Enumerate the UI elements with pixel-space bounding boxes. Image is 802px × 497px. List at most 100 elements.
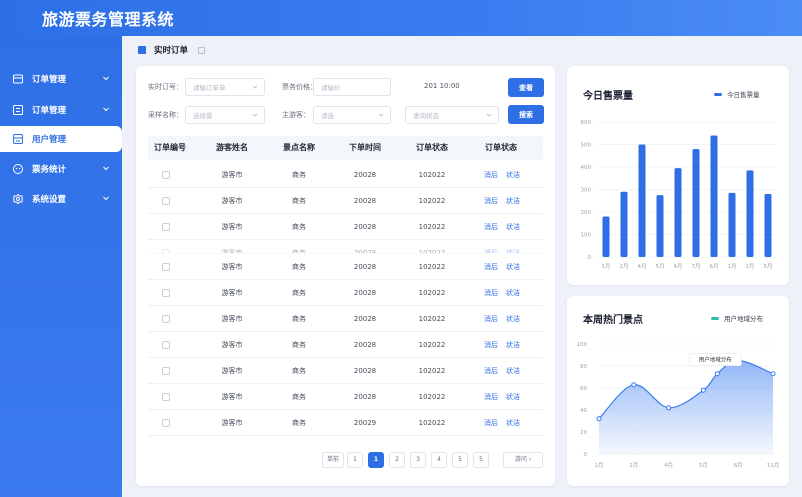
table-row[interactable]: 游客市 商务 20028 102022 消后 状洁 bbox=[148, 280, 543, 306]
next-page-button[interactable]: 游问 › bbox=[503, 452, 543, 468]
bar[interactable] bbox=[746, 170, 754, 257]
row-action-link[interactable]: 消后 bbox=[484, 332, 498, 358]
data-point[interactable] bbox=[714, 371, 720, 377]
sidebar-item[interactable]: 系统设置 bbox=[0, 186, 122, 212]
row-action-link[interactable]: 状洁 bbox=[506, 410, 520, 436]
sidebar-item[interactable]: 订单管理 bbox=[0, 97, 122, 123]
table-row[interactable]: 游客市 商务 20028 102022 消后 状洁 bbox=[148, 332, 543, 358]
query-button[interactable]: 查看 bbox=[508, 78, 544, 97]
row-action-link[interactable]: 消后 bbox=[484, 280, 498, 306]
bar[interactable] bbox=[710, 135, 718, 258]
table-row[interactable]: 游客市 商务 20028 102022 消后 状洁 bbox=[148, 162, 543, 188]
scenic-cell: 商务 bbox=[292, 249, 306, 254]
row-action-link[interactable]: 状洁 bbox=[506, 358, 520, 384]
status-cell: 102022 bbox=[418, 367, 446, 375]
x-tick-label: 5月 bbox=[764, 263, 773, 270]
column-header[interactable]: 游客姓名 bbox=[216, 136, 248, 160]
bar[interactable] bbox=[656, 195, 664, 257]
table-row[interactable]: 游客市 商务 20028 102022 消后 状洁 bbox=[148, 306, 543, 332]
column-header[interactable]: 订单编号 bbox=[154, 136, 186, 160]
table-row[interactable]: 游客市 商务 20028 102022 消后 状洁 bbox=[148, 358, 543, 384]
y-tick-label: 0 bbox=[588, 255, 592, 261]
row-action-link[interactable]: 状洁 bbox=[506, 384, 520, 410]
prev-page-button[interactable]: 单前 bbox=[322, 452, 345, 468]
x-tick-label: 2月 bbox=[629, 462, 638, 469]
data-point[interactable] bbox=[700, 387, 706, 393]
row-action-link[interactable]: 状洁 bbox=[506, 254, 520, 280]
row-checkbox[interactable] bbox=[162, 341, 170, 349]
row-action-link[interactable]: 消后 bbox=[484, 162, 498, 188]
row-checkbox[interactable] bbox=[162, 289, 170, 297]
tourist-select[interactable]: 请选 bbox=[313, 106, 391, 124]
row-action-link[interactable]: 状洁 bbox=[506, 306, 520, 332]
table-row[interactable]: 游客市 商务 20028 102022 消后 状洁 bbox=[148, 384, 543, 410]
data-point[interactable] bbox=[631, 382, 637, 388]
row-action-link[interactable]: 消后 bbox=[484, 384, 498, 410]
sidebar-item[interactable]: 票务统计 bbox=[0, 156, 122, 182]
row-action-link[interactable]: 消后 bbox=[484, 240, 498, 253]
data-point[interactable] bbox=[666, 405, 672, 411]
page-button[interactable]: 5 bbox=[473, 452, 489, 468]
row-action-link[interactable]: 状洁 bbox=[506, 332, 520, 358]
tab-icon[interactable] bbox=[198, 46, 206, 54]
row-action-link[interactable]: 状洁 bbox=[506, 214, 520, 240]
column-header[interactable]: 订单状态 bbox=[485, 136, 517, 160]
bar[interactable] bbox=[638, 144, 646, 258]
page-button[interactable]: 1 bbox=[347, 452, 363, 468]
row-checkbox[interactable] bbox=[162, 263, 170, 271]
bar[interactable] bbox=[692, 149, 700, 257]
status-select[interactable]: 查询状态 bbox=[405, 106, 499, 124]
page-button[interactable]: 5 bbox=[452, 452, 468, 468]
row-action-link[interactable]: 状洁 bbox=[506, 240, 520, 253]
column-header[interactable]: 景点名称 bbox=[283, 136, 315, 160]
column-header[interactable]: 下单时间 bbox=[349, 136, 381, 160]
row-action-link[interactable]: 状洁 bbox=[506, 280, 520, 306]
row-checkbox[interactable] bbox=[162, 393, 170, 401]
table-row[interactable]: 游客市 商务 20028 102022 消后 状洁 bbox=[148, 188, 543, 214]
time-cell: 20028 bbox=[353, 249, 377, 254]
row-checkbox[interactable] bbox=[162, 419, 170, 427]
row-action-link[interactable]: 消后 bbox=[484, 410, 498, 436]
row-action-link[interactable]: 消后 bbox=[484, 254, 498, 280]
data-point[interactable] bbox=[596, 416, 602, 422]
row-action-link[interactable]: 状洁 bbox=[506, 162, 520, 188]
page-button[interactable]: 1 bbox=[368, 452, 384, 468]
row-checkbox[interactable] bbox=[162, 171, 170, 179]
column-header[interactable]: 订单状态 bbox=[416, 136, 448, 160]
table-row[interactable]: 游客市 商务 20028 102022 消后 状洁 bbox=[148, 214, 543, 240]
table-row[interactable]: 游客市 商务 20028 102022 消后 状洁 bbox=[148, 240, 543, 254]
table-row[interactable]: 游客市 商务 20029 102022 消后 状洁 bbox=[148, 410, 543, 436]
row-action-link[interactable]: 消后 bbox=[484, 188, 498, 214]
page-button[interactable]: 2 bbox=[389, 452, 405, 468]
bar[interactable] bbox=[620, 191, 628, 257]
table-row[interactable]: 游客市 商务 20028 102022 消后 状洁 bbox=[148, 254, 543, 280]
sidebar-item[interactable]: 订单管理 bbox=[0, 66, 122, 92]
page-button[interactable]: 3 bbox=[410, 452, 426, 468]
row-checkbox[interactable] bbox=[162, 315, 170, 323]
data-point[interactable] bbox=[770, 371, 776, 377]
row-checkbox[interactable] bbox=[162, 197, 170, 205]
sidebar-item[interactable]: 用户管理 bbox=[0, 126, 122, 152]
bar[interactable] bbox=[674, 168, 682, 257]
bar[interactable] bbox=[728, 192, 736, 257]
search-button[interactable]: 搜索 bbox=[508, 105, 544, 124]
row-checkbox[interactable] bbox=[162, 367, 170, 375]
legend-swatch bbox=[714, 92, 722, 96]
row-action-link[interactable]: 状洁 bbox=[506, 188, 520, 214]
scenic-select[interactable]: 选择景 bbox=[185, 106, 265, 124]
chart-legend[interactable]: 今日售票量 bbox=[714, 89, 760, 99]
tourist-cell: 游客市 bbox=[221, 249, 243, 254]
bar[interactable] bbox=[764, 194, 772, 257]
chart-legend[interactable]: 用户地域分布 bbox=[711, 313, 763, 323]
status-cell: 102022 bbox=[418, 171, 446, 179]
page-header: 实时订单 bbox=[122, 36, 802, 64]
chevron-right-icon: › bbox=[528, 456, 532, 463]
row-action-link[interactable]: 消后 bbox=[484, 358, 498, 384]
row-checkbox[interactable] bbox=[162, 223, 170, 231]
row-action-link[interactable]: 消后 bbox=[484, 214, 498, 240]
bar[interactable] bbox=[602, 216, 610, 258]
order-no-input[interactable]: 请输订单单 bbox=[185, 78, 265, 96]
ticket-price-input[interactable]: 请输价 bbox=[313, 78, 391, 96]
page-button[interactable]: 4 bbox=[431, 452, 447, 468]
row-action-link[interactable]: 消后 bbox=[484, 306, 498, 332]
